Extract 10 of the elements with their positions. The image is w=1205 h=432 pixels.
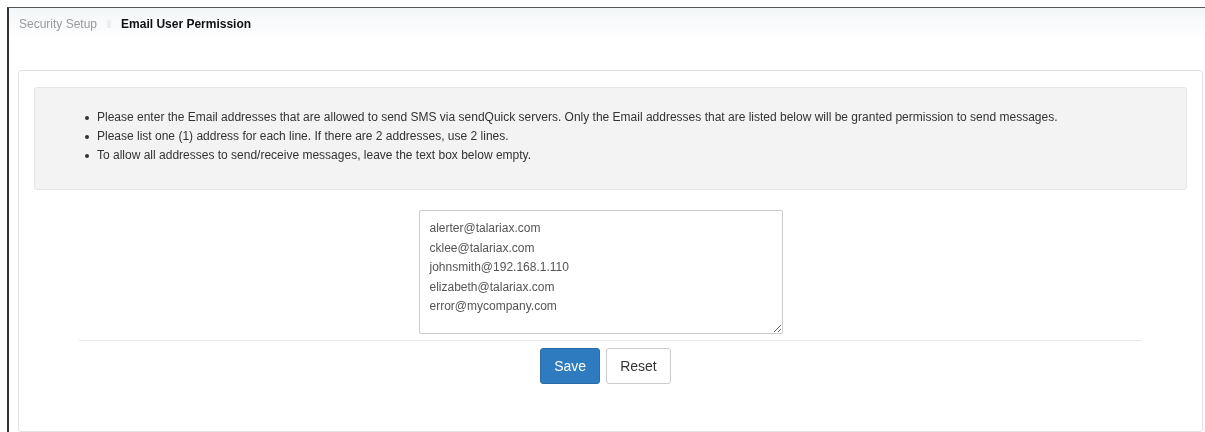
instruction-text: Please list one (1) address for each line. If there are 2 addresses, use 2 lines. [97, 128, 509, 145]
bullet-icon [85, 135, 89, 139]
bullet-icon [85, 154, 89, 158]
instruction-text: To allow all addresses to send/receive messages, leave the text box below empty. [97, 147, 531, 164]
reset-button[interactable]: Reset [606, 348, 671, 384]
save-button[interactable]: Save [540, 348, 601, 384]
breadcrumb-current: Email User Permission [121, 17, 252, 31]
instruction-text: Please enter the Email addresses that are allowed to send SMS via sendQuick servers. Only the Email addresses that are listed below will be granted permission to send messages. [97, 109, 1058, 126]
address-textarea[interactable]: alerter@talariax.com cklee@talariax.com johnsmith@192.168.1.110 elizabeth@talariax.com error@mycompany.com [418, 210, 783, 334]
bullet-icon [85, 116, 89, 120]
